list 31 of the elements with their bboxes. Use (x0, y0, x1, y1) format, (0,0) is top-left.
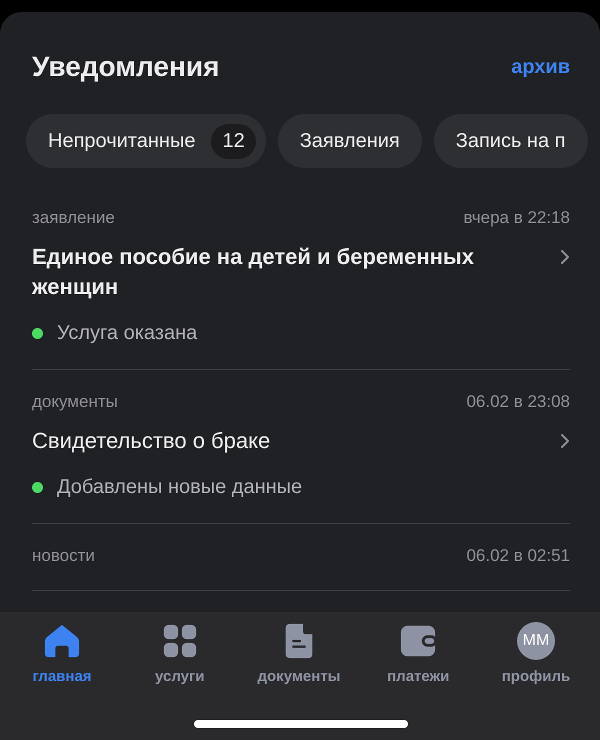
chevron-icon (560, 249, 570, 265)
tab-label: профиль (502, 668, 570, 685)
notification-time: 06.02 в 02:51 (466, 546, 570, 566)
notification-category: заявление (32, 208, 115, 228)
filter-chip[interactable]: Заявления (278, 114, 422, 168)
tab-label: документы (258, 668, 340, 685)
filter-chip[interactable]: Непрочитанные 12 (26, 114, 266, 168)
notification-time: вчера в 22:18 (463, 208, 570, 228)
status-text: Добавлены новые данные (57, 476, 302, 499)
filter-chip[interactable]: Запись на п (434, 114, 588, 168)
home-icon (43, 622, 81, 660)
notification-time: 06.02 в 23:08 (466, 392, 570, 412)
tab-label: главная (32, 668, 92, 685)
chevron-icon (560, 433, 570, 449)
count-badge: 12 (211, 124, 256, 158)
filter-label: Непрочитанные (48, 130, 196, 152)
notification-title[interactable]: Единое пособие на детей и беременных женщин (32, 242, 532, 302)
tab-label: услуги (155, 668, 204, 685)
notification-category: новости (32, 546, 95, 566)
notification-title[interactable]: Свидетельство о браке (32, 426, 270, 456)
tab-item[interactable]: главная (22, 622, 102, 685)
tab-label: платежи (387, 668, 450, 685)
tab-item[interactable]: ММ профиль (496, 622, 576, 685)
tab-item[interactable]: документы (258, 622, 340, 685)
tab-item[interactable]: платежи (378, 622, 458, 685)
tab-item[interactable]: услуги (140, 622, 220, 685)
status-text: Услуга оказана (57, 322, 198, 345)
page-title: Уведомления (32, 51, 220, 83)
archive-link[interactable]: архив (511, 56, 570, 78)
avatar: ММ (517, 622, 555, 660)
notification-category: документы (32, 392, 118, 412)
